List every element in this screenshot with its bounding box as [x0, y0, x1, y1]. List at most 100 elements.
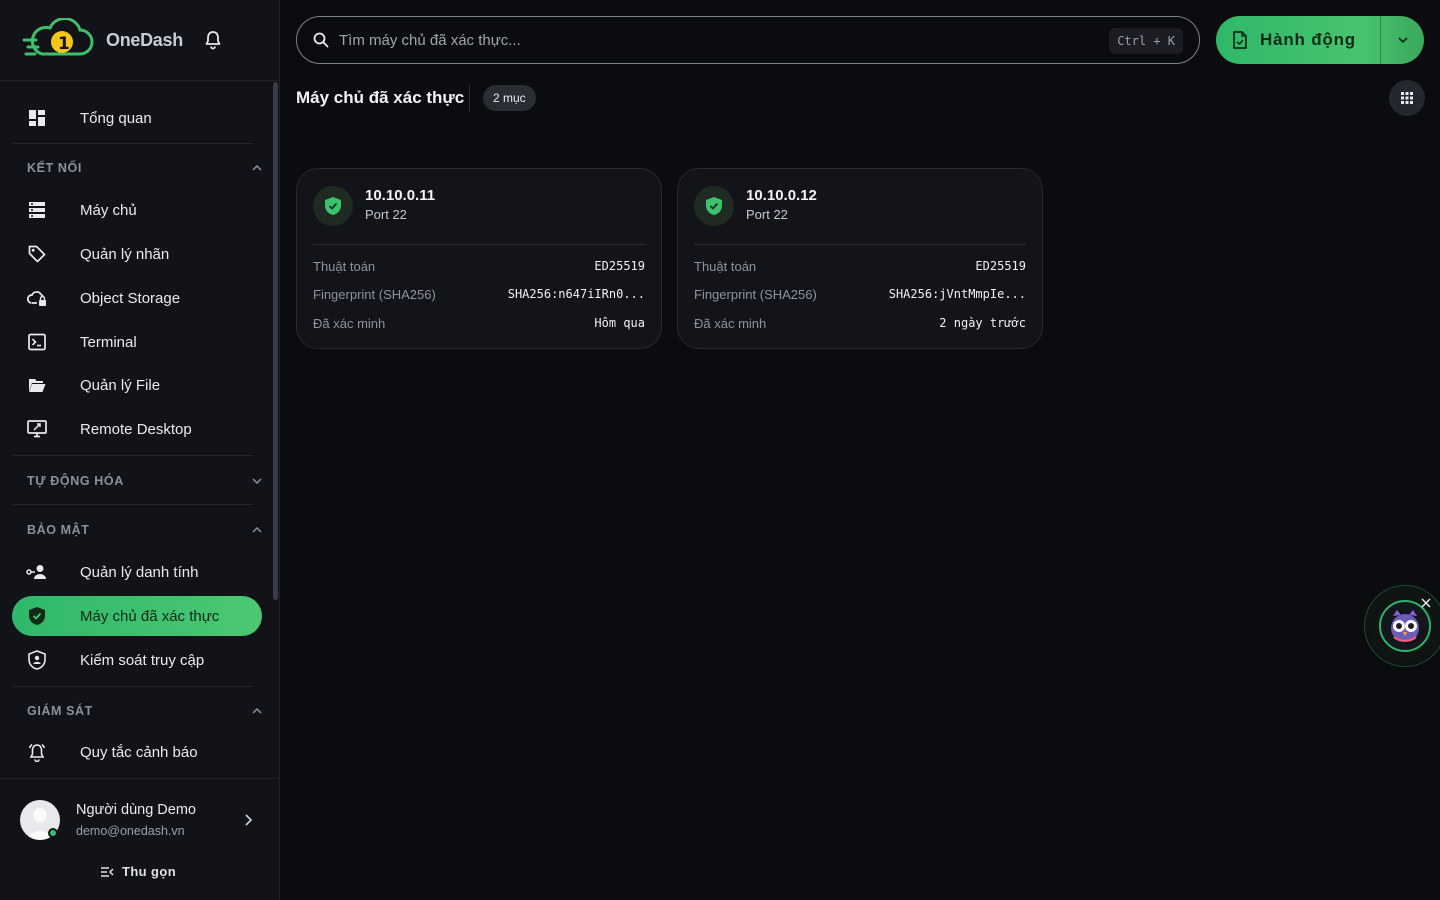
section-automation[interactable]: TỰ ĐỘNG HÓA	[27, 471, 262, 491]
verified-value: Hôm qua	[594, 316, 645, 330]
terminal-icon	[26, 331, 48, 353]
sidebar-item-terminal[interactable]: Terminal	[12, 322, 262, 362]
sidebar-item-label: Tổng quan	[80, 109, 152, 127]
grid-view-button[interactable]	[1389, 80, 1425, 116]
fingerprint-value: SHA256:n647iIRn0...	[507, 287, 645, 301]
algorithm-label: Thuật toán	[313, 258, 376, 274]
sidebar-item-trusted-hosts[interactable]: Máy chủ đã xác thực	[12, 596, 262, 636]
action-split-button: Hành động	[1216, 16, 1424, 64]
collapse-sidebar-button[interactable]: Thu gọn	[100, 864, 176, 879]
card-divider	[313, 244, 645, 245]
section-monitoring[interactable]: GIÁM SÁT	[27, 701, 262, 721]
user-email: demo@onedash.vn	[76, 824, 185, 838]
remote-desktop-icon	[26, 418, 48, 440]
algorithm-label: Thuật toán	[694, 258, 757, 274]
section-label: GIÁM SÁT	[27, 704, 93, 718]
user-name: Người dùng Demo	[76, 802, 196, 818]
card-divider	[694, 244, 1026, 245]
online-status-dot	[48, 828, 58, 838]
verified-row: Đã xác minh Hôm qua	[313, 314, 645, 332]
section-security[interactable]: BẢO MẬT	[27, 520, 262, 540]
sidebar-item-label: Quản lý nhãn	[80, 245, 170, 263]
shield-user-icon	[26, 649, 48, 671]
sidebar-item-overview[interactable]: Tổng quan	[12, 98, 262, 138]
collapse-label: Thu gọn	[122, 864, 177, 879]
sidebar-item-alert-rules[interactable]: Quy tắc cảnh báo	[12, 732, 262, 772]
collapse-menu-icon	[101, 866, 114, 877]
divider	[12, 504, 254, 505]
cloud-lock-icon	[26, 287, 48, 309]
sidebar-item-access-control[interactable]: Kiểm soát truy cập	[12, 640, 262, 680]
host-address: 10.10.0.12	[746, 187, 817, 204]
algorithm-row: Thuật toán ED25519	[313, 257, 645, 275]
sidebar-item-label: Kiểm soát truy cập	[80, 651, 205, 669]
verified-row: Đã xác minh 2 ngày trước	[694, 314, 1026, 332]
divider	[12, 455, 254, 456]
fingerprint-value: SHA256:jVntMmpIe...	[888, 287, 1026, 301]
sidebar-item-label: Remote Desktop	[80, 420, 192, 438]
search-input[interactable]	[339, 31, 1079, 49]
fingerprint-row: Fingerprint (SHA256) SHA256:n647iIRn0...	[313, 285, 645, 303]
fingerprint-label: Fingerprint (SHA256)	[313, 286, 436, 302]
verified-label: Đã xác minh	[313, 315, 386, 331]
fingerprint-label: Fingerprint (SHA256)	[694, 286, 817, 302]
section-label: BẢO MẬT	[27, 523, 90, 537]
search-bar[interactable]: Ctrl + K	[296, 16, 1200, 64]
sidebar-item-servers[interactable]: Máy chủ	[12, 190, 262, 230]
user-profile[interactable]: Người dùng Demo demo@onedash.vn Thu gọn	[0, 778, 279, 900]
sidebar-item-label: Quy tắc cảnh báo	[80, 743, 198, 761]
close-icon[interactable]	[1420, 597, 1432, 609]
sidebar-item-label: Object Storage	[80, 289, 181, 307]
sidebar-item-label: Terminal	[80, 333, 137, 351]
dashboard-icon	[26, 107, 48, 129]
verified-value: 2 ngày trước	[939, 316, 1026, 330]
fingerprint-row: Fingerprint (SHA256) SHA256:jVntMmpIe...	[694, 285, 1026, 303]
title-divider	[469, 84, 470, 112]
section-connect[interactable]: KẾT NỐI	[27, 158, 262, 178]
item-count-badge: 2 mục	[483, 85, 536, 111]
shield-check-icon	[694, 186, 734, 226]
host-address: 10.10.0.11	[365, 187, 436, 204]
host-card[interactable]: 10.10.0.11 Port 22 Thuật toán ED25519 Fi…	[296, 168, 662, 349]
grid-view-icon	[1401, 92, 1413, 104]
algorithm-value: ED25519	[975, 259, 1026, 273]
action-label: Hành động	[1260, 30, 1356, 49]
bell-icon[interactable]	[203, 30, 223, 50]
algorithm-row: Thuật toán ED25519	[694, 257, 1026, 275]
onedash-logo-icon[interactable]: 1	[22, 18, 94, 62]
sidebar-item-identity[interactable]: Quản lý danh tính	[12, 552, 262, 592]
user-key-icon	[26, 561, 48, 583]
assistant-widget[interactable]	[1364, 585, 1440, 667]
sidebar-item-tags[interactable]: Quản lý nhãn	[12, 234, 262, 274]
sidebar-item-remote-desktop[interactable]: Remote Desktop	[12, 409, 262, 449]
chevron-down-icon	[252, 478, 262, 484]
host-card[interactable]: 10.10.0.12 Port 22 Thuật toán ED25519 Fi…	[677, 168, 1043, 349]
page-title: Máy chủ đã xác thực	[296, 88, 465, 107]
brand-name: OneDash	[106, 29, 183, 50]
keyboard-shortcut-badge: Ctrl + K	[1109, 28, 1183, 54]
sidebar-item-object-storage[interactable]: Object Storage	[12, 278, 262, 318]
tag-icon	[26, 243, 48, 265]
divider	[12, 143, 254, 144]
chevron-down-icon	[1397, 37, 1408, 43]
folder-open-icon	[26, 374, 48, 396]
host-port: Port 22	[365, 207, 407, 222]
action-button[interactable]: Hành động	[1216, 16, 1380, 64]
brand-header: 1 OneDash	[0, 0, 279, 81]
sidebar-item-label: Quản lý danh tính	[80, 563, 199, 581]
section-label: TỰ ĐỘNG HÓA	[27, 474, 124, 488]
shield-check-icon	[313, 186, 353, 226]
chevron-right-icon[interactable]	[242, 813, 254, 827]
section-label: KẾT NỐI	[27, 161, 82, 175]
chevron-up-icon	[252, 527, 262, 533]
shield-check-icon	[26, 605, 48, 627]
sidebar-scrollbar[interactable]	[273, 82, 278, 600]
sidebar-item-file-manager[interactable]: Quản lý File	[12, 365, 262, 405]
file-action-icon	[1233, 31, 1247, 49]
alarm-bell-icon	[26, 741, 48, 763]
sidebar-item-label: Quản lý File	[80, 376, 161, 394]
host-port: Port 22	[746, 207, 788, 222]
verified-label: Đã xác minh	[694, 315, 767, 331]
action-dropdown-button[interactable]	[1381, 16, 1424, 64]
sidebar-item-label: Máy chủ đã xác thực	[80, 607, 220, 625]
